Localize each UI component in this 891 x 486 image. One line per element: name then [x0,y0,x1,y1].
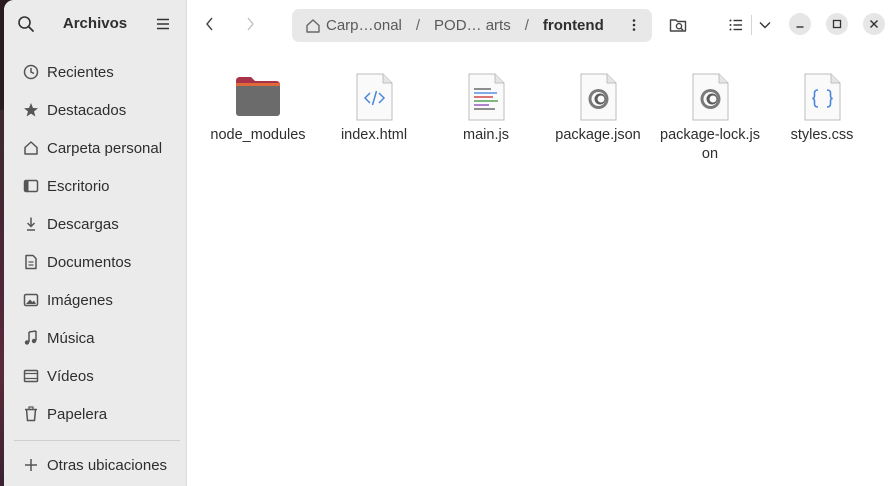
path-segment-current[interactable]: frontend [543,17,604,34]
folder-icon [236,77,280,116]
star-icon [24,103,38,117]
forward-button[interactable] [238,12,262,36]
sidebar: Archivos Recientes Destacados Carpeta pe… [4,0,187,486]
plus-icon [25,459,37,471]
file-name: package-lock.json [660,127,760,162]
path-separator: / [524,17,529,34]
json-file-icon [692,73,729,121]
close-icon [870,20,878,28]
html-file-icon [356,73,393,121]
maximize-button[interactable] [826,13,848,35]
path-segment-parent[interactable]: POD… arts [434,17,511,34]
music-icon [24,330,37,345]
header-bar: Carp…onal / POD… arts / frontend [188,0,891,48]
minimize-button[interactable] [789,13,811,35]
download-icon [26,217,36,231]
css-file-icon [804,73,841,121]
path-bar: Carp…onal / POD… arts / frontend [292,9,652,42]
home-icon[interactable] [304,17,322,35]
sidebar-item-videos[interactable]: Vídeos [4,357,186,395]
folder-search-icon [669,19,687,32]
video-icon [23,369,39,383]
sidebar-item-label: Documentos [47,253,132,271]
sidebar-item-otras-ubicaciones[interactable]: Otras ubicaciones [4,446,186,484]
file-name: main.js [463,127,509,143]
sidebar-item-imagenes[interactable]: Imágenes [4,281,186,319]
sidebar-item-label: Papelera [47,405,108,423]
trash-icon [25,406,37,422]
sidebar-header: Archivos [4,0,186,48]
image-icon [23,293,39,307]
file-name: package.json [555,127,641,143]
sidebar-item-label: Imágenes [47,291,113,309]
minimize-icon [796,26,804,28]
sidebar-places-list: Recientes Destacados Carpeta personal Es… [4,53,186,433]
file-name: node_modules [210,127,306,143]
chevron-left-icon [206,17,213,31]
file-item-node-modules[interactable]: node_modules [208,72,308,145]
file-item-styles-css[interactable]: styles.css [772,72,872,145]
sidebar-item-label: Vídeos [47,367,94,385]
sidebar-item-label: Escritorio [47,177,110,195]
sidebar-item-musica[interactable]: Música [4,319,186,357]
back-button[interactable] [198,12,222,36]
sidebar-item-carpeta-personal[interactable]: Carpeta personal [4,129,186,167]
sidebar-item-documentos[interactable]: Documentos [4,243,186,281]
sidebar-other-locations: Otras ubicaciones [4,446,186,484]
file-name: index.html [340,127,408,143]
chevron-down-icon [759,22,771,29]
sidebar-item-label: Otras ubicaciones [47,456,168,474]
chevron-right-icon [247,17,254,31]
path-separator: / [415,17,421,34]
document-icon [25,254,37,270]
javascript-file-icon [468,73,505,121]
sidebar-item-label: Destacados [47,101,127,119]
sidebar-item-label: Descargas [47,215,119,233]
close-button[interactable] [863,13,885,35]
sidebar-item-label: Música [47,329,95,347]
file-item-main-js[interactable]: main.js [436,72,536,145]
file-item-package-json[interactable]: package.json [548,72,648,145]
path-segment-home[interactable]: Carp…onal [326,17,402,34]
sidebar-item-escritorio[interactable]: Escritorio [4,167,186,205]
sidebar-item-label: Carpeta personal [47,139,163,157]
file-name: styles.css [790,127,854,143]
sidebar-item-recientes[interactable]: Recientes [4,53,186,91]
json-file-icon [580,73,617,121]
file-grid: node_modules index.html main.js package.… [188,48,891,486]
home-icon [24,141,38,155]
sidebar-divider [14,440,180,441]
desktop-icon [23,179,39,193]
sidebar-item-descargas[interactable]: Descargas [4,205,186,243]
file-item-index-html[interactable]: index.html [324,72,424,145]
search-in-folder-button[interactable] [665,12,691,38]
menu-icon[interactable] [154,15,172,33]
file-manager-window: Archivos Recientes Destacados Carpeta pe… [4,0,891,486]
view-options-button[interactable] [752,12,778,38]
more-options-icon[interactable] [626,17,642,33]
clock-icon [23,64,39,80]
file-item-package-lock-json[interactable]: package-lock.json [660,72,760,164]
sidebar-item-papelera[interactable]: Papelera [4,395,186,433]
list-view-icon [729,19,742,31]
sidebar-item-label: Recientes [47,63,114,81]
sidebar-item-destacados[interactable]: Destacados [4,91,186,129]
maximize-icon [832,19,842,29]
view-list-button[interactable] [723,12,749,38]
